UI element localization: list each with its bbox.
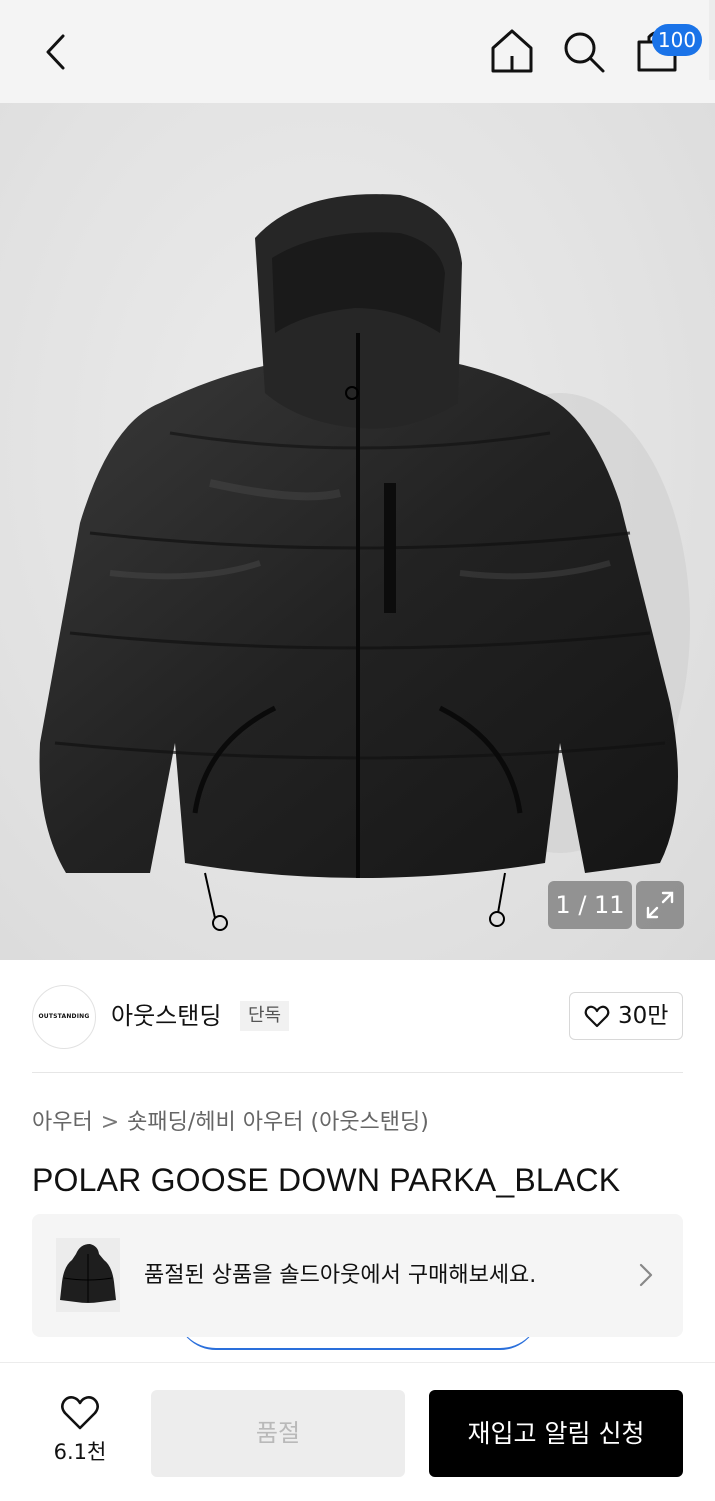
home-button[interactable]	[488, 26, 536, 76]
wishlist-count: 6.1천	[53, 1440, 107, 1464]
product-image	[39, 194, 690, 931]
chevron-right-icon	[639, 1263, 653, 1287]
exclusive-badge: 단독	[240, 1001, 290, 1031]
image-page-counter: 1 / 11	[548, 881, 632, 929]
restock-alert-button[interactable]: 재입고 알림 신청	[429, 1390, 683, 1477]
banner-product-thumbnail	[56, 1238, 120, 1312]
chevron-left-icon	[46, 34, 65, 70]
breadcrumb: 아우터 > 숏패딩/헤비 아우터 (아웃스탠딩)	[32, 1106, 429, 1140]
search-button[interactable]	[560, 28, 608, 76]
breadcrumb-separator: >	[100, 1110, 120, 1135]
brand-logo-text: OUTSTANDING	[38, 1013, 90, 1020]
soldout-button: 품절	[151, 1390, 405, 1477]
expand-icon	[646, 891, 674, 919]
banner-message: 품절된 상품을 솔드아웃에서 구매해보세요.	[144, 1263, 537, 1288]
breadcrumb-subcategory[interactable]: 숏패딩/헤비 아우터 (아웃스탠딩)	[127, 1106, 429, 1140]
top-navigation-bar: 100	[0, 0, 715, 103]
heart-icon	[584, 1005, 610, 1028]
product-title: POLAR GOOSE DOWN PARKA_BLACK	[32, 1162, 621, 1198]
bottom-action-bar: 6.1천 품절 재입고 알림 신청	[0, 1362, 715, 1501]
wishlist-button[interactable]: 6.1천	[40, 1385, 120, 1475]
divider	[32, 1072, 683, 1073]
brand-like-button[interactable]: 30만	[569, 992, 683, 1040]
product-image-gallery[interactable]: 1 / 11	[0, 103, 715, 960]
expand-image-button[interactable]	[636, 881, 684, 929]
brand-logo[interactable]: OUTSTANDING	[32, 985, 96, 1049]
search-icon	[564, 32, 605, 73]
brand-like-count: 30만	[618, 1003, 669, 1029]
cart-count-badge: 100	[652, 24, 702, 56]
back-button[interactable]	[36, 30, 76, 74]
soldout-marketplace-banner[interactable]: 품절된 상품을 솔드아웃에서 구매해보세요.	[32, 1214, 683, 1337]
heart-icon	[61, 1396, 99, 1430]
brand-name-link[interactable]: 아웃스탠딩	[111, 998, 221, 1034]
jacket-thumbnail-image	[60, 1244, 116, 1303]
scrollbar[interactable]	[709, 0, 715, 80]
home-icon	[491, 29, 533, 73]
breadcrumb-category[interactable]: 아우터	[32, 1106, 93, 1140]
